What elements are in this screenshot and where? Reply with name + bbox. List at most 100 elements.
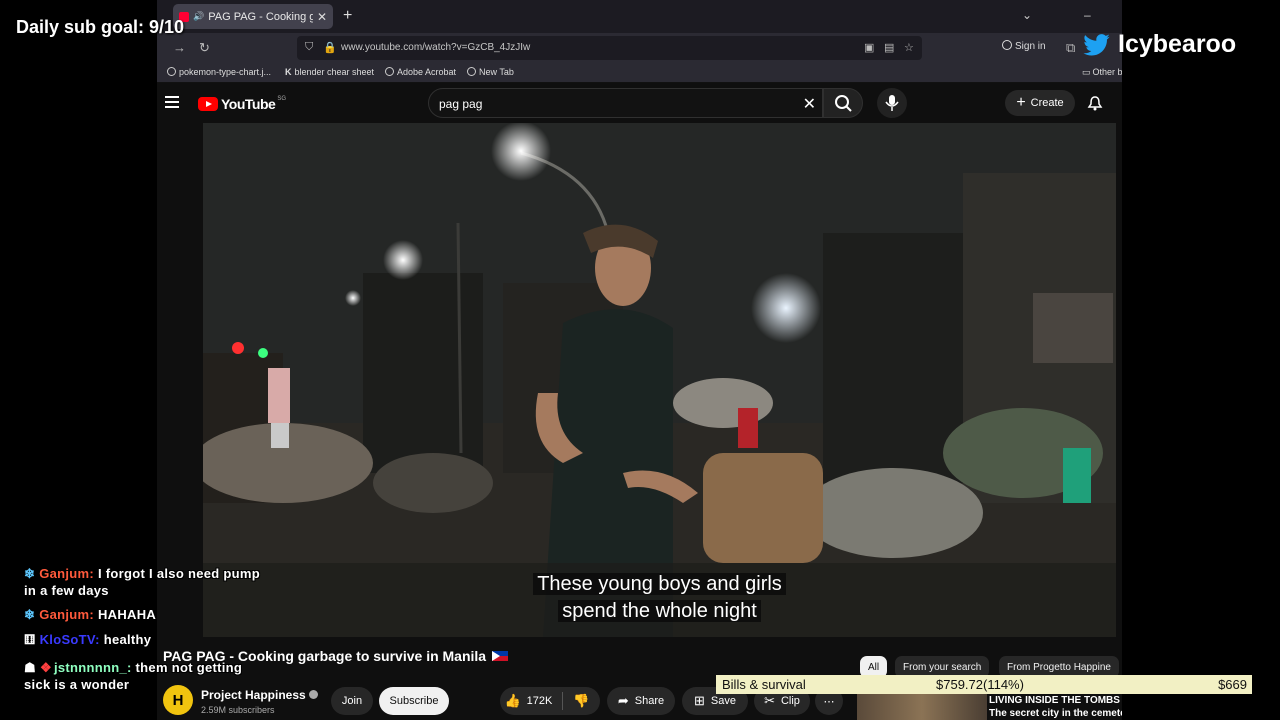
share-icon: ➦ [617, 693, 629, 708]
bookmark-item[interactable]: Adobe Acrobat [385, 67, 456, 77]
bookmarks-bar: pokemon-type-chart.j... Kblender chear s… [157, 63, 1122, 83]
like-count[interactable]: 172K [527, 695, 553, 707]
video-frame [203, 123, 1116, 637]
scissors-icon: ✂ [764, 693, 775, 708]
browser-window: 🔊 PAG PAG - Cooking garbage ✕ + ⌄ – → ↻ … [157, 0, 1122, 720]
search-query: pag pag [439, 97, 483, 111]
bills-goal-overlay: Bills & survival $759.72(114%) $669 [716, 675, 1252, 694]
bookmark-item[interactable]: New Tab [467, 67, 514, 77]
join-button[interactable]: Join [331, 687, 373, 715]
chat-text: them not getting [135, 660, 243, 675]
screen: 🔊 PAG PAG - Cooking garbage ✕ + ⌄ – → ↻ … [0, 0, 1280, 720]
caption-line-1: These young boys and girls [533, 573, 786, 595]
browser-tab[interactable]: 🔊 PAG PAG - Cooking garbage ✕ [173, 4, 333, 29]
globe-icon [385, 67, 394, 76]
speaker-icon[interactable]: 🔊 [193, 11, 204, 22]
notifications-bell-icon[interactable] [1087, 95, 1103, 116]
voice-search-button[interactable] [877, 88, 907, 118]
channel-avatar[interactable]: H [163, 685, 193, 715]
chat-badge-icon: ⚅ [24, 632, 36, 647]
hamburger-menu-icon[interactable] [165, 96, 179, 108]
plus-icon: + [1016, 94, 1026, 111]
chat-message-continued: in a few days [24, 583, 109, 598]
video-caption: These young boys and girls spend the who… [203, 571, 1116, 625]
caption-line-2: spend the whole night [558, 600, 761, 622]
other-bookmarks[interactable]: ▭ Other b [1082, 67, 1122, 78]
chat-message-continued: sick is a wonder [24, 677, 130, 692]
chat-message: ❄ Ganjum: HAHAHA [24, 607, 156, 623]
navigation-bar: → ↻ ⛉ 🔒 www.youtube.com/watch?v=GzCB_4Jz… [157, 33, 1122, 63]
twitter-overlay: Icybearoo [1083, 30, 1236, 59]
create-label: Create [1030, 97, 1064, 109]
chat-text: HAHAHA [97, 607, 157, 622]
search-button[interactable] [823, 88, 863, 118]
youtube-wordmark: YouTube [221, 96, 276, 112]
sub-goal-overlay: Daily sub goal: 9/10 [16, 17, 185, 37]
sign-in-label: Sign in [1015, 41, 1046, 52]
chat-message: ☗ ❖ jstnnnnnn_: them not getting [24, 660, 242, 676]
pocket-icon[interactable]: ▤ [884, 41, 894, 54]
clear-search-icon[interactable]: ✕ [803, 94, 816, 114]
chat-username: Ganjum: [39, 566, 95, 581]
chat-message: ❄ Ganjum: I forgot I also need pump [24, 566, 260, 582]
twitter-bird-icon [1083, 33, 1110, 56]
lock-icon[interactable]: 🔒 [323, 41, 337, 54]
reload-icon[interactable]: ↻ [199, 40, 210, 56]
youtube-masthead: YouTube SG pag pag ✕ + Create [157, 83, 1122, 123]
account-icon [1002, 40, 1012, 50]
subscriber-count: 2.59M subscribers [201, 705, 275, 715]
chat-badge-icon: ☗ [24, 660, 36, 675]
divider [562, 692, 564, 710]
channel-name[interactable]: Project Happiness [201, 688, 318, 702]
k-icon: K [285, 67, 292, 77]
youtube-logo[interactable]: YouTube SG [198, 96, 286, 112]
search-input[interactable]: pag pag ✕ [428, 88, 823, 118]
forward-icon[interactable]: → [173, 40, 186, 55]
snowflake-badge-icon: ❄ [24, 566, 36, 581]
snowflake-badge-icon: ❄ [24, 607, 36, 622]
globe-icon [467, 67, 476, 76]
minimize-icon[interactable]: – [1084, 8, 1091, 22]
bills-current-amount: $759.72(114%) [936, 677, 1024, 692]
sub-badge-icon: ❖ [39, 660, 52, 675]
recommended-video-thumbnail[interactable] [857, 693, 987, 720]
country-code: SG [277, 96, 286, 102]
chat-text: I forgot I also need pump [97, 566, 261, 581]
like-dislike-group: 👍 172K 👎 [500, 687, 600, 715]
tab-bar: 🔊 PAG PAG - Cooking garbage ✕ + ⌄ – [157, 0, 1122, 33]
youtube-play-icon [198, 97, 218, 111]
video-scene-image [203, 123, 1116, 637]
new-tab-icon[interactable]: + [343, 7, 352, 25]
save-icon: ⊞ [694, 693, 705, 708]
twitter-handle: Icybearoo [1118, 30, 1237, 58]
dislike-icon[interactable]: 👎 [573, 693, 589, 709]
chat-username: KloSoTV: [39, 632, 100, 647]
chat-message: ⚅ KloSoTV: healthy [24, 632, 151, 648]
video-player[interactable]: These young boys and girls spend the who… [203, 123, 1116, 637]
tab-title: PAG PAG - Cooking garbage [208, 10, 313, 23]
browser-sign-in[interactable]: Sign in [1002, 40, 1046, 52]
bookmark-item[interactable]: Kblender chear sheet [285, 67, 374, 77]
philippines-flag-icon [491, 651, 508, 661]
create-button[interactable]: + Create [1005, 90, 1075, 116]
extensions-icon[interactable]: ⧉ [1066, 40, 1075, 56]
close-tab-icon[interactable]: ✕ [317, 10, 327, 24]
address-bar[interactable]: ⛉ 🔒 www.youtube.com/watch?v=GzCB_4JzJIw … [297, 36, 922, 60]
verified-icon [308, 690, 318, 699]
subscribe-button[interactable]: Subscribe [379, 687, 449, 715]
microphone-icon [885, 95, 899, 111]
url-text: www.youtube.com/watch?v=GzCB_4JzJIw [341, 42, 531, 53]
bills-goal-amount: $669 [1218, 677, 1247, 692]
folder-icon: ▭ [1082, 67, 1091, 77]
tab-list-icon[interactable]: ⌄ [1022, 8, 1032, 22]
picture-in-picture-icon[interactable]: ▣ [864, 41, 874, 54]
share-button[interactable]: ➦ Share [607, 687, 675, 715]
bookmark-star-icon[interactable]: ☆ [904, 41, 914, 54]
like-icon[interactable]: 👍 [504, 693, 520, 709]
shield-icon[interactable]: ⛉ [305, 41, 313, 54]
bills-label: Bills & survival [722, 677, 806, 692]
recommended-video-title[interactable]: LIVING INSIDE THE TOMBS - The secret cit… [989, 694, 1122, 720]
bookmark-item[interactable]: pokemon-type-chart.j... [167, 67, 271, 77]
globe-icon [167, 67, 176, 76]
chat-text: healthy [103, 632, 152, 647]
